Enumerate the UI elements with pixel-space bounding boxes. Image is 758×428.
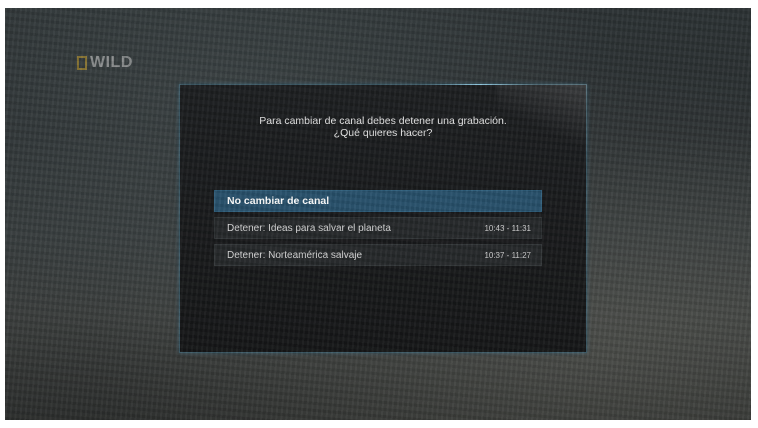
stop-recording-dialog: Para cambiar de canal debes detener una … — [179, 84, 587, 353]
tv-screen: WILD Para cambiar de canal debes detener… — [5, 8, 751, 420]
option-stop-ideas-planeta[interactable]: Detener: Ideas para salvar el planeta 10… — [214, 217, 542, 239]
option-stop-norteamerica-salvaje[interactable]: Detener: Norteamérica salvaje 10:37 - 11… — [214, 244, 542, 266]
dialog-message-line2: ¿Qué quieres hacer? — [333, 127, 433, 139]
channel-logo: WILD — [77, 54, 133, 72]
option-time: 10:43 - 11:31 — [484, 223, 531, 233]
dialog-message: Para cambiar de canal debes detener una … — [180, 115, 586, 139]
dialog-highlight-line — [420, 84, 540, 85]
channel-logo-text: WILD — [90, 54, 133, 71]
option-label: No cambiar de canal — [227, 195, 330, 207]
option-label: Detener: Ideas para salvar el planeta — [227, 222, 391, 234]
option-time: 10:37 - 11:27 — [484, 250, 531, 260]
dialog-options: No cambiar de canal Detener: Ideas para … — [214, 190, 542, 271]
option-label: Detener: Norteamérica salvaje — [227, 249, 363, 261]
dialog-message-line1: Para cambiar de canal debes detener una … — [259, 115, 507, 127]
logo-frame-icon — [77, 56, 87, 70]
option-dont-change-channel[interactable]: No cambiar de canal — [214, 190, 542, 212]
